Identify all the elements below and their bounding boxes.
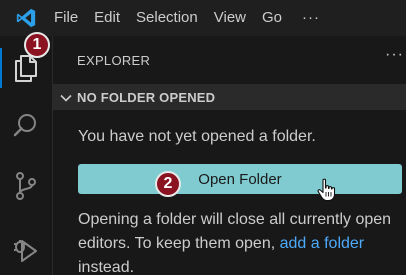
section-title: NO FOLDER OPENED xyxy=(77,90,216,105)
menu-file[interactable]: File xyxy=(46,0,86,36)
help-text-end: instead. xyxy=(78,259,135,275)
search-icon xyxy=(13,114,36,137)
no-folder-section-header[interactable]: NO FOLDER OPENED xyxy=(53,84,406,110)
menu-bar: File Edit Selection View Go ··· xyxy=(46,0,328,36)
title-bar: File Edit Selection View Go ··· xyxy=(0,0,406,36)
activity-search-button[interactable] xyxy=(0,100,52,152)
open-folder-help-text: Opening a folder will close all currentl… xyxy=(78,208,404,275)
step-1-badge: 1 xyxy=(24,32,50,58)
menu-more-button[interactable]: ··· xyxy=(290,0,328,36)
debug-icon xyxy=(14,240,37,262)
activity-bar xyxy=(0,36,52,275)
vscode-logo-icon xyxy=(0,0,52,36)
explorer-title: EXPLORER xyxy=(77,53,151,68)
views-more-actions-button[interactable]: ··· xyxy=(385,46,404,64)
explorer-sidebar: EXPLORER ··· NO FOLDER OPENED You have n… xyxy=(52,36,406,275)
open-folder-button[interactable]: Open Folder xyxy=(78,164,402,194)
menu-selection[interactable]: Selection xyxy=(128,0,206,36)
menu-go[interactable]: Go xyxy=(254,0,290,36)
hand-cursor-icon xyxy=(317,178,336,202)
activity-debug-button[interactable] xyxy=(0,222,52,274)
open-folder-label: Open Folder xyxy=(198,170,282,188)
chevron-down-icon xyxy=(55,85,77,111)
menu-view[interactable]: View xyxy=(206,0,254,36)
activity-source-control-button[interactable] xyxy=(0,160,52,212)
no-folder-message: You have not yet opened a folder. xyxy=(78,128,316,145)
source-control-icon xyxy=(16,172,36,200)
step-2-badge: 2 xyxy=(155,171,181,197)
menu-edit[interactable]: Edit xyxy=(86,0,128,36)
add-folder-link[interactable]: add a folder xyxy=(280,235,365,252)
